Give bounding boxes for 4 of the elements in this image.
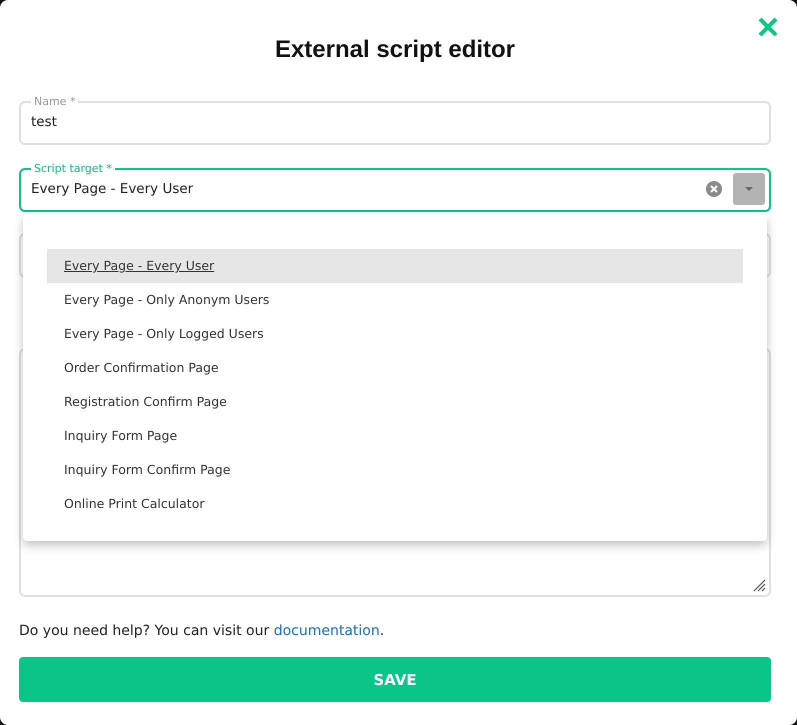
field-label: Name * <box>33 96 76 108</box>
dialog-title: External script editor <box>274 36 516 64</box>
help-text: Do you need help? You can visit our documentation. <box>19 623 386 639</box>
field-label: Script target * <box>33 163 113 175</box>
